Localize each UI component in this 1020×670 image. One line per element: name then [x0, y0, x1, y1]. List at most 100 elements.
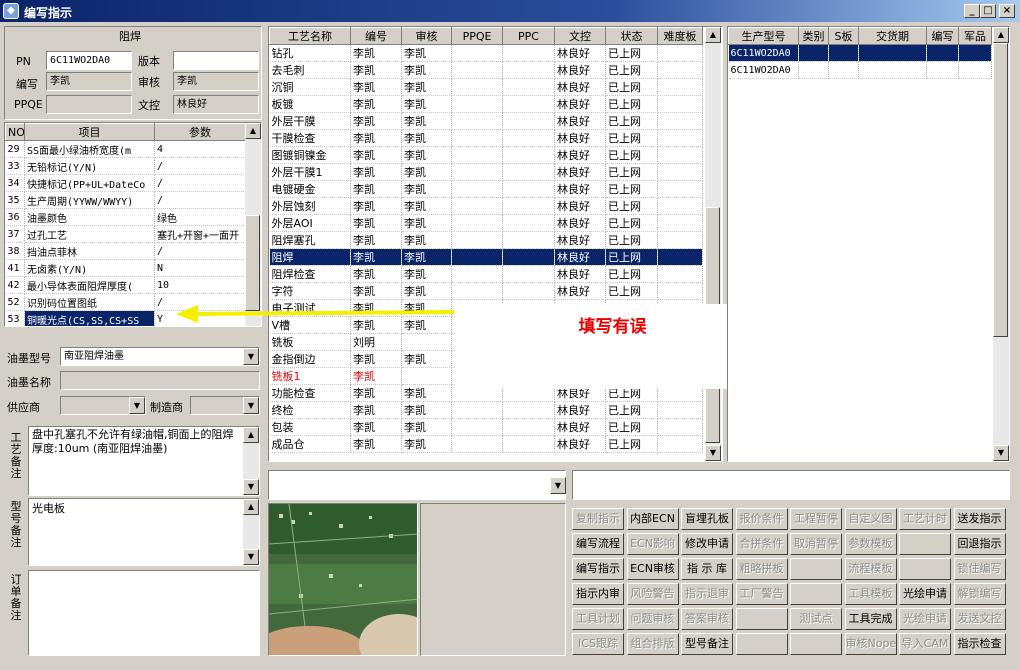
process-cell-ppc[interactable] — [502, 282, 555, 300]
process-cell-review[interactable] — [401, 367, 452, 385]
action-button[interactable] — [790, 633, 842, 655]
action-button[interactable]: 解锁编写 — [953, 583, 1006, 605]
param-cell-val[interactable]: / — [154, 174, 246, 192]
process-cell-review[interactable]: 李凯 — [401, 146, 452, 164]
action-button[interactable]: 工具模板 — [844, 583, 897, 605]
process-cell-wk[interactable]: 林良好 — [554, 163, 606, 181]
param-cell-item[interactable]: 油墨颜色 — [24, 208, 155, 226]
process-cell-name[interactable]: 图镀铜镍金 — [269, 146, 351, 164]
action-button[interactable]: 复制指示 — [572, 508, 624, 530]
param-table[interactable]: NO 项目 参数 29 SS面最小绿油桥宽度(m 4 33 无铅标记(Y/N)/34 快捷… — [4, 122, 262, 327]
process-cell-ppqe[interactable] — [451, 401, 503, 419]
process-cell-name[interactable]: 阻焊塞孔 — [269, 231, 351, 249]
action-button[interactable]: 光绘申请 — [899, 583, 951, 605]
param-cell-item[interactable]: 快捷标记(PP+UL+DateCo — [24, 174, 155, 192]
process-cell-code[interactable]: 李凯 — [350, 248, 402, 266]
action-button[interactable]: 编写流程 — [572, 533, 624, 555]
param-cell-no[interactable]: 34 — [5, 174, 25, 192]
action-button[interactable]: 工艺计时 — [899, 508, 951, 530]
process-cell-code[interactable]: 李凯 — [350, 129, 402, 147]
process-header[interactable]: 工艺名称 — [269, 27, 351, 45]
process-cell-ppc[interactable] — [502, 163, 555, 181]
process-cell-review[interactable]: 李凯 — [401, 197, 452, 215]
param-cell-item[interactable]: 无铅标记(Y/N) — [24, 157, 155, 175]
process-cell-ppc[interactable] — [502, 146, 555, 164]
action-button[interactable]: 自定义图 — [844, 508, 897, 530]
process-row[interactable]: 阻焊塞孔 李凯 李凯 林良好 已上网 — [269, 231, 703, 249]
product-cell[interactable] — [828, 61, 859, 79]
process-cell-diff[interactable] — [657, 248, 703, 266]
process-cell-wk[interactable]: 林良好 — [554, 61, 606, 79]
param-cell-item[interactable]: 最小导体表面阻焊厚度( — [24, 276, 155, 294]
process-row[interactable]: 图镀铜镍金 李凯 李凯 林良好 已上网 — [269, 146, 703, 164]
process-cell-ppc[interactable] — [502, 248, 555, 266]
process-cell-name[interactable]: 去毛刺 — [269, 61, 351, 79]
process-cell-status[interactable]: 已上网 — [605, 95, 658, 113]
param-cell-no[interactable]: 29 — [5, 140, 25, 158]
process-cell-name[interactable]: 外层干膜 — [269, 112, 351, 130]
process-cell-name[interactable]: 外层蚀刻 — [269, 197, 351, 215]
action-button[interactable]: 回退指示 — [953, 533, 1006, 555]
process-cell-code[interactable]: 李凯 — [350, 61, 402, 79]
process-cell-wk[interactable]: 林良好 — [554, 214, 606, 232]
param-header-item[interactable]: 项目 — [24, 123, 155, 141]
action-button[interactable]: 光绘申请 — [899, 608, 951, 630]
param-row[interactable]: 41 无卤素(Y/N) N — [5, 259, 246, 277]
process-cell-ppqe[interactable] — [451, 248, 503, 266]
process-cell-name[interactable]: 终检 — [269, 401, 351, 419]
process-row[interactable]: 沉铜 李凯 李凯 林良好 已上网 — [269, 78, 703, 96]
process-cell-code[interactable]: 李凯 — [350, 231, 402, 249]
action-button[interactable]: 工具计划 — [572, 608, 624, 630]
process-row[interactable]: 干膜检查 李凯 李凯 林良好 已上网 — [269, 129, 703, 147]
process-cell-diff[interactable] — [657, 129, 703, 147]
process-table[interactable]: 工艺名称 编号 审核 PPQE PPC 文控 状态 难度板 钻孔 李凯 李凯 林良好已… — [268, 26, 723, 462]
bottom-text-field[interactable] — [572, 470, 1010, 500]
process-cell-ppqe[interactable] — [451, 112, 503, 130]
action-button[interactable]: 参数模板 — [844, 533, 897, 555]
process-row[interactable]: 成品仓 李凯 李凯 林良好 已上网 — [269, 435, 703, 453]
ink-type-select[interactable]: 南亚阻焊油墨 — [60, 347, 260, 366]
param-cell-item[interactable]: 过孔工艺 — [24, 225, 155, 243]
process-cell-diff[interactable] — [657, 265, 703, 283]
process-cell-status[interactable]: 已上网 — [605, 197, 658, 215]
param-cell-no[interactable]: 41 — [5, 259, 25, 277]
action-button[interactable]: 组合排版 — [626, 633, 679, 655]
process-cell-ppqe[interactable] — [451, 78, 503, 96]
process-cell-ppqe[interactable] — [451, 197, 503, 215]
action-button[interactable]: 指示内审 — [572, 583, 624, 605]
process-cell-ppqe[interactable] — [451, 231, 503, 249]
process-header[interactable]: 编号 — [350, 27, 402, 45]
process-cell-review[interactable]: 李凯 — [401, 350, 452, 368]
product-header[interactable]: 编写 — [926, 27, 959, 45]
scroll-up-icon[interactable]: ▲ — [993, 27, 1009, 43]
action-button[interactable]: 测试点 — [790, 608, 842, 630]
process-cell-status[interactable]: 已上网 — [605, 180, 658, 198]
process-cell-code[interactable]: 李凯 — [350, 350, 402, 368]
product-cell[interactable] — [858, 44, 927, 62]
action-button[interactable]: 流程模板 — [844, 558, 897, 580]
process-cell-wk[interactable]: 林良好 — [554, 180, 606, 198]
process-cell-ppc[interactable] — [502, 265, 555, 283]
process-cell-code[interactable]: 李凯 — [350, 418, 402, 436]
process-cell-ppc[interactable] — [502, 61, 555, 79]
process-cell-name[interactable]: 钻孔 — [269, 44, 351, 62]
scroll-down-icon[interactable]: ▼ — [993, 445, 1009, 461]
process-cell-ppqe[interactable] — [451, 418, 503, 436]
action-button[interactable]: 编写指示 — [572, 558, 624, 580]
process-cell-diff[interactable] — [657, 44, 703, 62]
param-cell-item[interactable]: 识别码位置图纸 — [24, 293, 155, 311]
action-button[interactable]: 工厂警告 — [735, 583, 788, 605]
param-cell-val[interactable]: 4 — [154, 140, 246, 158]
process-cell-code[interactable]: 李凯 — [350, 180, 402, 198]
param-cell-val[interactable]: 绿色 — [154, 208, 246, 226]
action-button[interactable]: 问题审核 — [626, 608, 679, 630]
process-cell-ppc[interactable] — [502, 78, 555, 96]
process-cell-diff[interactable] — [657, 163, 703, 181]
process-cell-review[interactable]: 李凯 — [401, 265, 452, 283]
process-cell-code[interactable]: 刘明 — [350, 333, 402, 351]
param-row[interactable]: 33 无铅标记(Y/N) / — [5, 157, 246, 175]
process-cell-code[interactable]: 李凯 — [350, 367, 402, 385]
process-cell-diff[interactable] — [657, 95, 703, 113]
process-cell-ppc[interactable] — [502, 44, 555, 62]
process-cell-review[interactable]: 李凯 — [401, 61, 452, 79]
